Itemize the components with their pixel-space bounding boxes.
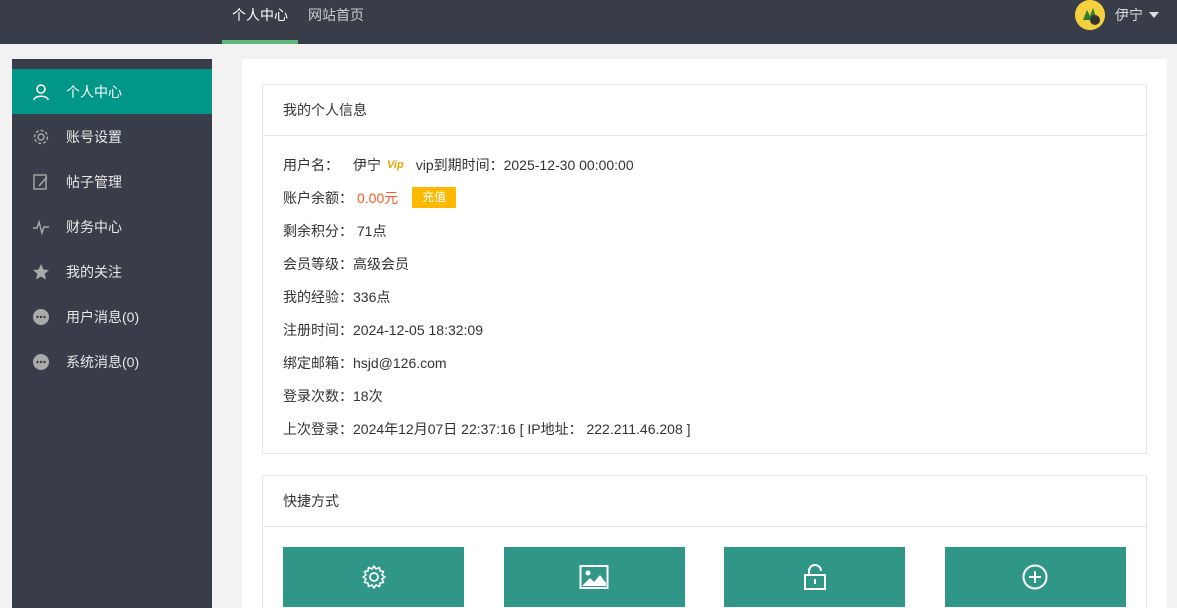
chat-icon [32,353,50,371]
sidebar-item-label: 系统消息(0) [66,353,140,370]
sidebar-item-user-messages[interactable]: 用户消息(0) [12,294,212,339]
username-label: 用户名： [283,156,339,173]
pulse-icon [32,218,50,236]
image-icon [579,565,609,589]
gear-icon [361,565,386,589]
shortcut-settings-button[interactable] [283,547,464,607]
info-row-exp: 我的经验：336点 [283,280,1126,313]
sidebar-item-label: 个人中心 [66,83,122,100]
level-text: 会员等级：高级会员 [283,255,409,272]
sidebar-item-system-messages[interactable]: 系统消息(0) [12,339,212,384]
points-text: 剩余积分： 71点 [283,222,387,239]
edit-icon [32,173,50,191]
username-value: 伊宁 [353,156,381,173]
balance-label: 账户余额： [283,189,353,206]
unlock-icon [803,564,826,590]
card-title: 我的个人信息 [263,85,1146,136]
sidebar: 个人中心 账号设置 帖子管理 财务中心 我的关注 用户消息(0) 系统消息(0) [12,59,212,608]
chat-icon [32,308,50,326]
sidebar-item-label: 我的关注 [66,263,122,280]
main-content: 我的个人信息 用户名： 伊宁 Vip vip到期时间：2025-12-30 00… [242,59,1167,608]
top-navbar: 个人中心 网站首页 伊宁 [0,0,1177,44]
info-row-last-login: 上次登录：2024年12月07日 22:37:16 [ IP地址： 222.21… [283,412,1126,445]
recharge-button[interactable]: 充值 [412,187,457,208]
sidebar-item-account-settings[interactable]: 账号设置 [12,114,212,159]
info-row-username: 用户名： 伊宁 Vip vip到期时间：2025-12-30 00:00:00 [283,148,1126,181]
info-row-login-count: 登录次数：18次 [283,379,1126,412]
sidebar-item-finance[interactable]: 财务中心 [12,204,212,249]
shortcut-add-button[interactable] [944,547,1126,607]
user-icon [32,83,50,101]
exp-text: 我的经验：336点 [283,288,391,305]
personal-info-card: 我的个人信息 用户名： 伊宁 Vip vip到期时间：2025-12-30 00… [262,84,1147,454]
plus-circle-icon [1022,564,1048,590]
info-row-email: 绑定邮箱：hsjd@126.com [283,346,1126,379]
card-title: 快捷方式 [263,476,1146,527]
info-row-reg-time: 注册时间：2024-12-05 18:32:09 [283,313,1126,346]
login-count-text: 登录次数：18次 [283,387,383,404]
sidebar-item-personal-center[interactable]: 个人中心 [12,69,212,114]
vip-expire: vip到期时间：2025-12-30 00:00:00 [415,156,634,173]
chevron-down-icon [1149,12,1159,18]
sidebar-item-following[interactable]: 我的关注 [12,249,212,294]
email-text: 绑定邮箱：hsjd@126.com [283,354,447,371]
info-row-points: 剩余积分： 71点 [283,214,1126,247]
star-icon [32,263,50,281]
avatar [1075,0,1105,30]
gear-icon [32,128,50,146]
vip-badge: Vip [387,158,404,171]
shortcuts-card: 快捷方式 [262,475,1147,608]
sidebar-item-label: 账号设置 [66,128,122,145]
shortcut-image-button[interactable] [503,547,685,607]
reg-time-text: 注册时间：2024-12-05 18:32:09 [283,321,483,338]
user-menu[interactable]: 伊宁 [1075,0,1159,30]
shortcut-unlock-button[interactable] [724,547,906,607]
topnav-home[interactable]: 网站首页 [298,0,374,44]
info-row-balance: 账户余额： 0.00元 充值 [283,181,1126,214]
top-nav: 个人中心 网站首页 [222,0,374,44]
sidebar-item-label: 帖子管理 [66,173,122,190]
topnav-personal-center[interactable]: 个人中心 [222,0,298,44]
last-login-text: 上次登录：2024年12月07日 22:37:16 [ IP地址： 222.21… [283,420,691,437]
sidebar-item-posts[interactable]: 帖子管理 [12,159,212,204]
balance-value: 0.00元 [357,189,399,206]
sidebar-item-label: 用户消息(0) [66,308,140,325]
username-label: 伊宁 [1115,7,1143,23]
info-row-level: 会员等级：高级会员 [283,247,1126,280]
sidebar-item-label: 财务中心 [66,218,122,235]
